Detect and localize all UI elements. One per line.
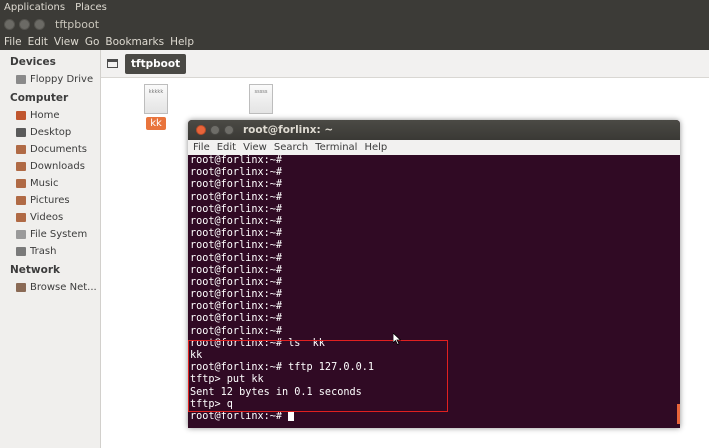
menu-bookmarks[interactable]: Bookmarks: [105, 36, 164, 48]
places-sidebar: Devices Floppy Drive Computer Home Deskt…: [0, 50, 101, 448]
file-label: kk: [146, 117, 166, 130]
music-folder-icon: [16, 179, 26, 188]
terminal-menu-search[interactable]: Search: [274, 142, 308, 153]
text-file-icon: kkkkk: [144, 84, 168, 114]
sidebar-item-label: Home: [30, 110, 60, 121]
desktop-icon: [16, 128, 26, 137]
network-icon: [16, 283, 26, 292]
close-icon[interactable]: [4, 18, 15, 30]
terminal-line: root@forlinx:~#: [190, 289, 283, 301]
applications-menu[interactable]: Applications: [4, 2, 65, 13]
maximize-icon[interactable]: [224, 125, 234, 135]
sidebar-item-label: File System: [30, 229, 88, 240]
drive-icon: [16, 230, 26, 239]
file-manager-menubar: File Edit View Go Bookmarks Help: [0, 34, 709, 50]
drive-icon[interactable]: [107, 59, 118, 68]
download-folder-icon: [16, 162, 26, 171]
sidebar-item-music[interactable]: Music: [0, 175, 100, 192]
sidebar-item-downloads[interactable]: Downloads: [0, 158, 100, 175]
terminal-line: root@forlinx:~#: [190, 276, 283, 288]
terminal-line: root@forlinx:~#: [190, 179, 283, 191]
sidebar-item-label: Music: [30, 178, 59, 189]
terminal-line: root@forlinx:~#: [190, 215, 283, 227]
terminal-prompt: root@forlinx:~#: [190, 410, 289, 422]
sidebar-item-pictures[interactable]: Pictures: [0, 192, 100, 209]
menu-file[interactable]: File: [4, 36, 22, 48]
file-item-kk[interactable]: kkkkk kk: [136, 84, 176, 130]
sidebar-item-desktop[interactable]: Desktop: [0, 124, 100, 141]
videos-folder-icon: [16, 213, 26, 222]
file-item[interactable]: sssss: [241, 84, 281, 114]
terminal-line: root@forlinx:~#: [190, 264, 283, 276]
terminal-title: root@forlinx: ~: [243, 124, 334, 136]
sidebar-header-network: Network: [10, 263, 61, 276]
terminal-line: root@forlinx:~#: [190, 167, 283, 179]
file-preview-text: kkkkk: [148, 89, 164, 95]
trash-icon: [16, 247, 26, 256]
menu-help[interactable]: Help: [170, 36, 194, 48]
menu-go[interactable]: Go: [85, 36, 100, 48]
text-cursor: [288, 410, 295, 421]
sidebar-item-label: Documents: [30, 144, 88, 155]
menu-edit[interactable]: Edit: [28, 36, 48, 48]
sidebar-header-devices: Devices: [10, 55, 56, 68]
sidebar-item-label: Browse Net...: [30, 282, 97, 293]
path-button-tftpboot[interactable]: tftpboot: [125, 53, 187, 74]
terminal-line: root@forlinx:~#: [190, 155, 283, 166]
terminal-resize-handle[interactable]: [677, 404, 680, 424]
terminal-line: root@forlinx:~#: [190, 240, 283, 252]
sidebar-item-videos[interactable]: Videos: [0, 209, 100, 226]
floppy-icon: [16, 75, 26, 84]
path-bar: tftpboot: [101, 50, 709, 78]
top-panel: Applications Places: [0, 0, 709, 14]
terminal-line: root@forlinx:~#: [190, 191, 283, 203]
sidebar-item-floppy-drive[interactable]: Floppy Drive: [0, 71, 100, 88]
text-file-icon: sssss: [249, 84, 273, 114]
window-title: tftpboot: [55, 17, 100, 31]
minimize-icon[interactable]: [210, 125, 220, 135]
terminal-titlebar[interactable]: root@forlinx: ~: [188, 120, 680, 140]
sidebar-header-computer: Computer: [10, 91, 69, 104]
close-icon[interactable]: [196, 125, 206, 135]
sidebar-item-label: Downloads: [30, 161, 85, 172]
terminal-line: root@forlinx:~#: [190, 325, 283, 337]
file-manager-titlebar: tftpboot: [0, 14, 709, 34]
maximize-icon[interactable]: [34, 18, 45, 30]
sidebar-item-documents[interactable]: Documents: [0, 141, 100, 158]
terminal-line: root@forlinx:~#: [190, 252, 283, 264]
sidebar-item-browse-network[interactable]: Browse Net...: [0, 279, 100, 296]
terminal-line: root@forlinx:~#: [190, 228, 283, 240]
terminal-menu-edit[interactable]: Edit: [217, 142, 236, 153]
highlight-annotation-box: [188, 340, 448, 412]
folder-icon: [16, 145, 26, 154]
minimize-icon[interactable]: [19, 18, 30, 30]
terminal-menu-view[interactable]: View: [243, 142, 267, 153]
sidebar-item-trash[interactable]: Trash: [0, 243, 100, 260]
mouse-pointer-icon: [393, 333, 401, 345]
terminal-prompt-line[interactable]: root@forlinx:~#: [190, 410, 680, 423]
home-icon: [16, 111, 26, 120]
pictures-folder-icon: [16, 196, 26, 205]
sidebar-item-home[interactable]: Home: [0, 107, 100, 124]
sidebar-item-label: Desktop: [30, 127, 72, 138]
places-menu[interactable]: Places: [75, 2, 107, 13]
terminal-line: root@forlinx:~#: [190, 301, 283, 313]
terminal-menu-terminal[interactable]: Terminal: [315, 142, 357, 153]
sidebar-item-file-system[interactable]: File System: [0, 226, 100, 243]
menu-view[interactable]: View: [54, 36, 79, 48]
terminal-line: root@forlinx:~#: [190, 313, 283, 325]
sidebar-item-label: Videos: [30, 212, 64, 223]
sidebar-item-label: Pictures: [30, 195, 70, 206]
terminal-menu-file[interactable]: File: [193, 142, 210, 153]
terminal-menu-help[interactable]: Help: [364, 142, 387, 153]
sidebar-item-label: Trash: [30, 246, 57, 257]
sidebar-item-label: Floppy Drive: [30, 74, 94, 85]
terminal-line: root@forlinx:~#: [190, 203, 283, 215]
file-preview-text: sssss: [254, 89, 268, 95]
terminal-menubar: File Edit View Search Terminal Help: [188, 140, 680, 155]
